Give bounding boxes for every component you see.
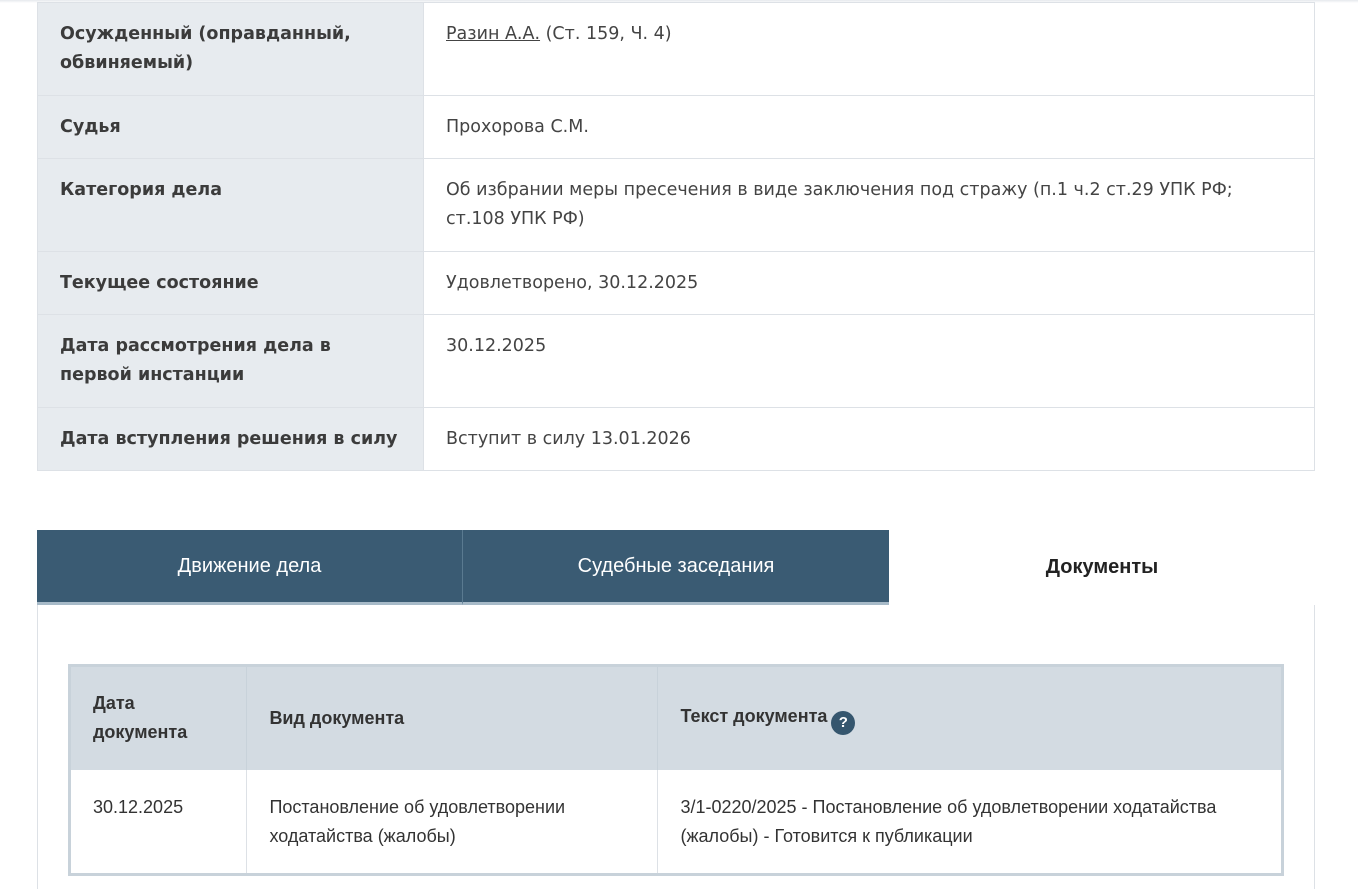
info-label: Дата рассмотрения дела в первой инстанци… [37,314,424,408]
info-label: Дата вступления решения в силу [37,407,424,471]
case-page: Осужденный (оправданный, обвиняемый) Раз… [0,0,1358,889]
column-header-text: Текст документа? [657,665,1283,770]
column-header-date: Дата документа [69,665,248,770]
document-type: Постановление об удовлетворении ходатайс… [246,769,659,875]
info-row-judge: Судья Прохорова С.М. [37,95,1315,159]
info-label: Судья [37,95,424,159]
column-header-text-label: Текст документа [680,705,828,726]
person-article: (Ст. 159, Ч. 4) [540,24,672,44]
info-value: Об избрании меры пресечения в виде заклю… [423,158,1315,252]
tab-documents[interactable]: Документы [889,530,1315,605]
info-value: Разин А.А. (Ст. 159, Ч. 4) [423,2,1315,96]
help-icon[interactable]: ? [831,710,856,735]
info-label: Категория дела [37,158,424,252]
documents-table: Дата документа Вид документа Текст докум… [68,664,1284,876]
info-row-effective-date: Дата вступления решения в силу Вступит в… [37,407,1315,471]
info-row-first-instance-date: Дата рассмотрения дела в первой инстанци… [37,314,1315,408]
info-value: Вступит в силу 13.01.2026 [423,407,1315,471]
tab-court-sessions[interactable]: Судебные заседания [463,530,889,605]
documents-header-row: Дата документа Вид документа Текст докум… [69,665,1283,770]
document-date: 30.12.2025 [69,769,248,875]
info-value: Удовлетворено, 30.12.2025 [423,251,1315,315]
info-row-status: Текущее состояние Удовлетворено, 30.12.2… [37,251,1315,315]
tab-bar: Движение дела Судебные заседания Докумен… [37,530,1315,605]
column-header-type: Вид документа [246,665,659,770]
person-link[interactable]: Разин А.А. [446,24,540,44]
info-label: Осужденный (оправданный, обвиняемый) [37,2,424,96]
info-value: 30.12.2025 [423,314,1315,408]
info-row-category: Категория дела Об избрании меры пресечен… [37,158,1315,252]
info-label: Текущее состояние [37,251,424,315]
info-value: Прохорова С.М. [423,95,1315,159]
case-info-table: Осужденный (оправданный, обвиняемый) Раз… [37,2,1315,471]
tab-case-movement[interactable]: Движение дела [37,530,463,605]
document-text: 3/1-0220/2025 - Постановление об удовлет… [680,796,1217,846]
table-row: 30.12.2025 Постановление об удовлетворен… [69,769,1283,875]
info-row-convicted: Осужденный (оправданный, обвиняемый) Раз… [37,2,1315,96]
